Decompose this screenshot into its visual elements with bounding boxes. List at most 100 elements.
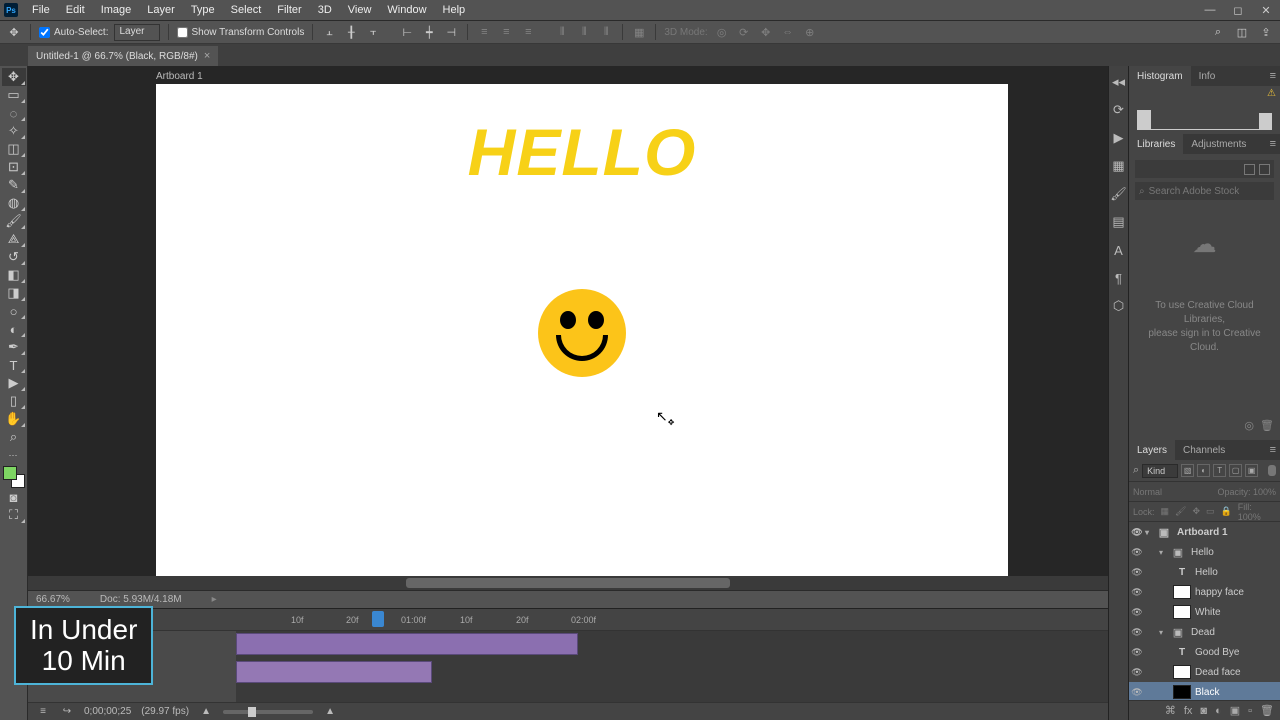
- cloud-sync-icon[interactable]: ◎: [1244, 419, 1254, 432]
- filter-search-icon[interactable]: ⌕: [1133, 464, 1139, 477]
- filter-pixel-icon[interactable]: ▧: [1181, 464, 1194, 477]
- link-layers-icon[interactable]: ⌘: [1165, 704, 1176, 717]
- eraser-tool[interactable]: ◧: [2, 266, 26, 284]
- color-swatch[interactable]: [3, 466, 25, 488]
- menu-filter[interactable]: Filter: [269, 1, 309, 19]
- layer-row[interactable]: 👁White: [1129, 602, 1280, 622]
- clone-source-panel-icon[interactable]: ▤: [1111, 214, 1127, 230]
- visibility-toggle[interactable]: 👁: [1129, 547, 1145, 558]
- dist-vcenter-icon[interactable]: ≡: [498, 24, 514, 40]
- timeline-clip[interactable]: [236, 633, 578, 655]
- share-icon[interactable]: ⇪: [1258, 24, 1274, 40]
- lock-artboard-icon[interactable]: ▭: [1206, 506, 1215, 517]
- layer-row[interactable]: 👁Black: [1129, 682, 1280, 700]
- hand-tool[interactable]: ✋: [2, 410, 26, 428]
- visibility-toggle[interactable]: 👁: [1129, 587, 1145, 598]
- grid-view-icon[interactable]: [1244, 164, 1255, 175]
- menu-edit[interactable]: Edit: [58, 1, 93, 19]
- lock-pos-icon[interactable]: ✥: [1192, 506, 1200, 517]
- align-vcenter-icon[interactable]: ╂: [343, 24, 359, 40]
- lock-brush-icon[interactable]: 🖌: [1175, 506, 1186, 517]
- histogram-tab[interactable]: Histogram: [1129, 66, 1191, 86]
- auto-select-checkbox[interactable]: Auto-Select:: [39, 27, 108, 38]
- quick-mask-toggle[interactable]: ◙: [2, 488, 26, 506]
- path-select-tool[interactable]: ▶: [2, 374, 26, 392]
- swatches-panel-icon[interactable]: ▦: [1111, 158, 1127, 174]
- menu-type[interactable]: Type: [183, 1, 223, 19]
- crop-tool[interactable]: ◫: [2, 140, 26, 158]
- doc-size-readout[interactable]: Doc: 5.93M/4.18M: [100, 594, 182, 605]
- library-search[interactable]: ⌕ Search Adobe Stock: [1135, 182, 1274, 200]
- align-left-icon[interactable]: ⊢: [399, 24, 415, 40]
- timeline-ruler[interactable]: 10f20f01:00f10f20f02:00f: [28, 609, 1108, 631]
- shape-tool[interactable]: ▯: [2, 392, 26, 410]
- menu-view[interactable]: View: [340, 1, 380, 19]
- brush-tool[interactable]: 🖌: [2, 212, 26, 230]
- visibility-toggle[interactable]: 👁: [1129, 647, 1145, 658]
- filter-shape-icon[interactable]: ▢: [1229, 464, 1242, 477]
- trash-icon[interactable]: 🗑: [1260, 704, 1274, 717]
- adjustments-tab[interactable]: Adjustments: [1183, 134, 1254, 154]
- libraries-tab[interactable]: Libraries: [1129, 134, 1183, 154]
- move-tool[interactable]: ✥: [2, 68, 26, 86]
- brushes-panel-icon[interactable]: 🖌: [1111, 186, 1127, 202]
- delete-icon[interactable]: 🗑: [1260, 419, 1274, 432]
- menu-help[interactable]: Help: [435, 1, 474, 19]
- layer-row[interactable]: 👁▾▣Dead: [1129, 622, 1280, 642]
- eyedropper-tool[interactable]: ✎: [2, 176, 26, 194]
- visibility-toggle[interactable]: 👁: [1129, 667, 1145, 678]
- align-hcenter-icon[interactable]: ┿: [421, 24, 437, 40]
- character-panel-icon[interactable]: A: [1111, 242, 1127, 258]
- visibility-toggle[interactable]: 👁: [1129, 627, 1145, 638]
- artboard-label[interactable]: Artboard 1: [156, 71, 203, 82]
- menu-3d[interactable]: 3D: [310, 1, 340, 19]
- paragraph-panel-icon[interactable]: ¶: [1111, 270, 1127, 286]
- fx-icon[interactable]: fx: [1184, 705, 1193, 717]
- magic-wand-tool[interactable]: ✧: [2, 122, 26, 140]
- layers-tab[interactable]: Layers: [1129, 440, 1175, 460]
- history-panel-icon[interactable]: ⟳: [1111, 102, 1127, 118]
- document-tab[interactable]: Untitled-1 @ 66.7% (Black, RGB/8#)×: [28, 46, 218, 66]
- channels-tab[interactable]: Channels: [1175, 440, 1233, 460]
- dist-bottom-icon[interactable]: ≡: [520, 24, 536, 40]
- dock-expand-icon[interactable]: ◂◂: [1111, 74, 1127, 90]
- zoom-out-icon[interactable]: ▲: [199, 705, 213, 719]
- visibility-toggle[interactable]: 👁: [1129, 687, 1145, 698]
- pen-tool[interactable]: ✒: [2, 338, 26, 356]
- roll-icon[interactable]: ⟳: [736, 24, 752, 40]
- 3d-panel-icon[interactable]: ⬡: [1111, 298, 1127, 314]
- blur-tool[interactable]: ○: [2, 302, 26, 320]
- screen-mode-toggle[interactable]: ⛶: [2, 506, 26, 524]
- dodge-tool[interactable]: ◐: [2, 320, 26, 338]
- play-icon[interactable]: ▶: [1111, 130, 1127, 146]
- filter-smart-icon[interactable]: ▣: [1245, 464, 1258, 477]
- maximize-button[interactable]: ◻: [1224, 0, 1252, 20]
- menu-image[interactable]: Image: [93, 1, 140, 19]
- layer-row[interactable]: 👁▾▣Hello: [1129, 542, 1280, 562]
- mask-icon[interactable]: ◙: [1200, 705, 1207, 717]
- list-view-icon[interactable]: [1259, 164, 1270, 175]
- group-icon[interactable]: ▣: [1230, 704, 1240, 717]
- menu-select[interactable]: Select: [223, 1, 270, 19]
- zoom-in-icon[interactable]: ▲: [323, 705, 337, 719]
- dist-hcenter-icon[interactable]: ⦀: [576, 24, 592, 40]
- orbit-icon[interactable]: ◎: [714, 24, 730, 40]
- playhead[interactable]: [372, 611, 384, 627]
- menu-file[interactable]: File: [24, 1, 58, 19]
- scale-icon[interactable]: ⊕: [802, 24, 818, 40]
- dist-right-icon[interactable]: ⦀: [598, 24, 614, 40]
- horizontal-scrollbar[interactable]: [28, 576, 1108, 590]
- headline-text[interactable]: HELLO: [468, 114, 697, 190]
- tab-close-icon[interactable]: ×: [204, 50, 210, 62]
- zoom-readout[interactable]: 66.67%: [36, 594, 70, 605]
- lock-pixels-icon[interactable]: ▦: [1161, 506, 1170, 517]
- blend-mode-select[interactable]: Normal: [1133, 487, 1162, 497]
- show-transform-checkbox[interactable]: Show Transform Controls: [177, 27, 305, 38]
- gradient-tool[interactable]: ◨: [2, 284, 26, 302]
- new-layer-icon[interactable]: ▫: [1248, 705, 1252, 717]
- align-bottom-icon[interactable]: ⫟: [365, 24, 381, 40]
- layer-row[interactable]: 👁THello: [1129, 562, 1280, 582]
- dist-top-icon[interactable]: ≡: [476, 24, 492, 40]
- visibility-toggle[interactable]: 👁: [1129, 607, 1145, 618]
- artboard[interactable]: HELLO: [156, 84, 1008, 576]
